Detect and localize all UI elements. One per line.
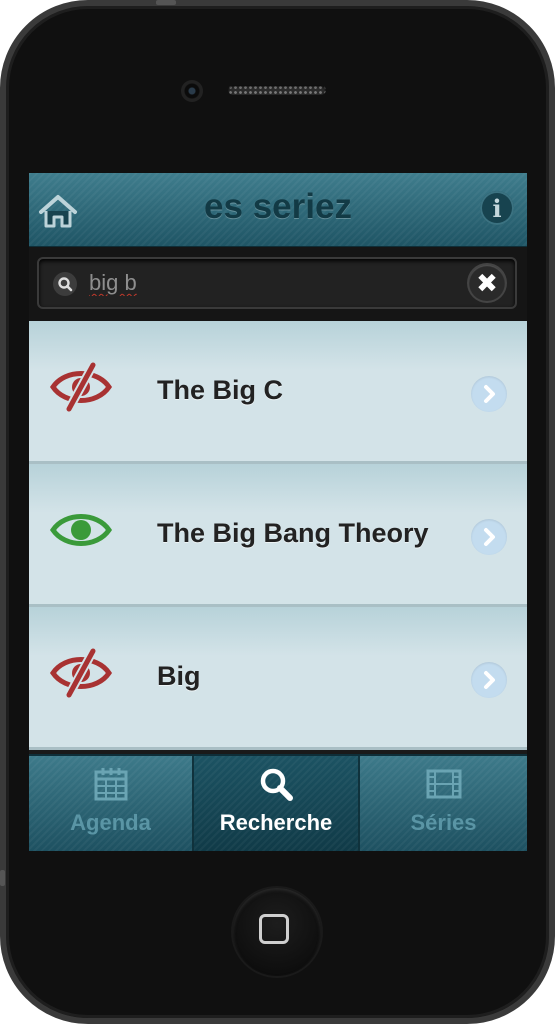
magnifier-icon <box>260 768 293 801</box>
show-title: Big <box>157 661 201 691</box>
tab-recherche[interactable]: Recherche <box>194 756 360 851</box>
tab-label: Recherche <box>219 810 333 835</box>
tab-agenda[interactable]: Agenda <box>29 756 194 851</box>
tab-series[interactable]: Séries <box>360 756 527 851</box>
app-title: es seriez <box>204 187 352 226</box>
front-camera <box>181 80 203 102</box>
show-title: The Big C <box>157 375 283 405</box>
earpiece-speaker <box>228 85 326 95</box>
info-icon[interactable]: i <box>480 191 514 225</box>
search-bar: ✖ <box>29 247 527 324</box>
home-square-icon <box>259 914 289 944</box>
show-title: The Big Bang Theory <box>157 518 429 548</box>
search-input[interactable] <box>89 267 429 299</box>
eye-slash-icon[interactable] <box>49 645 113 701</box>
list-item[interactable]: Big <box>29 607 527 750</box>
list-item[interactable]: The Big Bang Theory <box>29 464 527 607</box>
list-item[interactable]: The Big C <box>29 321 527 464</box>
chevron-right-icon[interactable] <box>471 662 507 698</box>
chevron-right-icon[interactable] <box>471 519 507 555</box>
clear-search-button[interactable]: ✖ <box>469 265 505 301</box>
tab-label: Séries <box>410 810 477 835</box>
header-bar: es seriez i <box>29 173 527 247</box>
chevron-right-icon[interactable] <box>471 376 507 412</box>
calendar-icon <box>94 768 127 801</box>
app-screen: es seriez i ✖ The Big C <box>29 173 527 851</box>
tab-bar: Agenda Recherche Séries <box>29 754 527 851</box>
tab-label: Agenda <box>70 810 151 835</box>
home-button[interactable] <box>233 888 321 976</box>
eye-slash-icon[interactable] <box>49 359 113 415</box>
film-icon <box>426 769 461 799</box>
results-list: The Big C The Big Bang Theory Big <box>29 321 527 750</box>
side-button <box>0 870 5 886</box>
search-icon <box>53 272 77 296</box>
search-field: ✖ <box>37 257 517 309</box>
mute-switch <box>156 0 176 5</box>
eye-icon[interactable] <box>49 502 113 558</box>
